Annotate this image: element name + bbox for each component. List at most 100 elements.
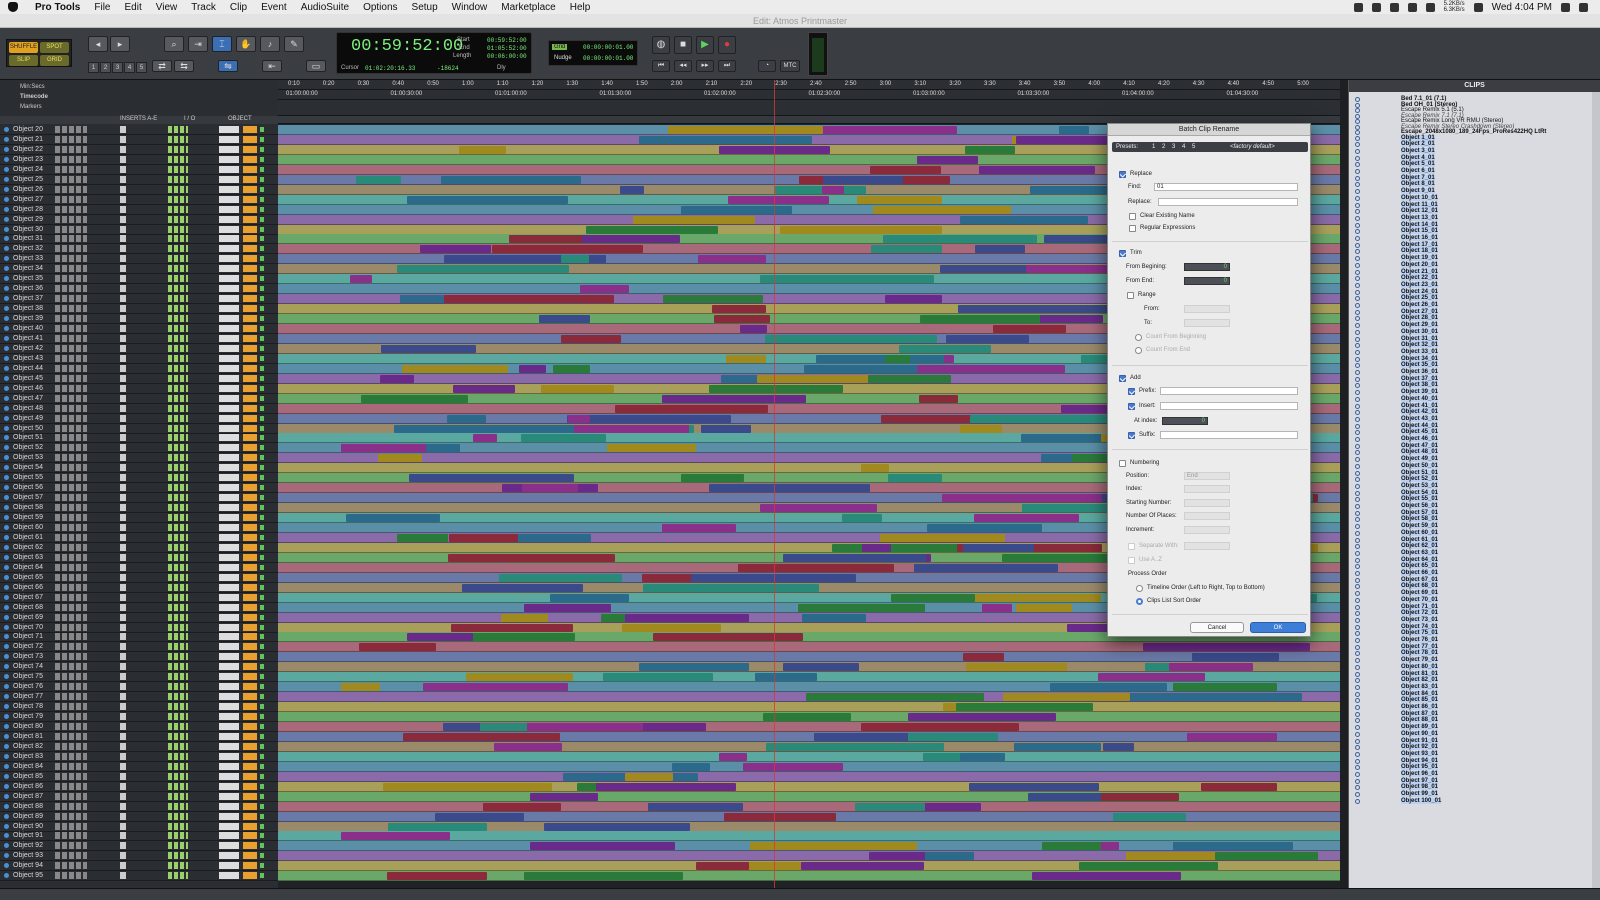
audio-clip[interactable] [714,315,770,324]
slip-mode-button[interactable]: SLIP [9,55,38,66]
clip-list-item[interactable]: Object 12_01 [1401,208,1439,215]
track-select-icon[interactable] [4,803,9,809]
clip-status-icon[interactable] [1355,416,1360,422]
track-name[interactable]: Object 83 [13,753,43,760]
audio-clip[interactable] [1050,683,1168,692]
track-header[interactable]: Object 89 [0,812,278,822]
clip-list-item[interactable]: Object 46_01 [1401,436,1439,442]
insert-slot[interactable] [120,583,126,591]
metronome-icon[interactable]: ◔ [758,60,776,72]
bus-selector[interactable] [219,623,239,631]
audio-clip[interactable] [927,524,1043,532]
track-rsm-buttons[interactable] [55,374,87,382]
clip-list-item[interactable]: Object 57_01 [1401,509,1439,516]
audio-clip[interactable] [708,484,870,493]
clip-status-icon[interactable] [1355,718,1360,724]
track-lane[interactable] [278,652,1340,663]
clip-list-item[interactable]: Object 85_01 [1401,697,1439,704]
track-select-icon[interactable] [4,783,9,789]
track-select-icon[interactable] [4,326,9,331]
track-select-icon[interactable] [4,425,9,431]
object-button[interactable] [243,126,257,133]
track-rsm-buttons[interactable] [55,444,87,452]
clip-list-item[interactable]: Object 54_01 [1401,489,1439,496]
bus-selector[interactable] [219,782,239,790]
track-select-icon[interactable] [4,306,9,312]
object-button[interactable] [243,653,257,661]
audio-clip[interactable] [639,135,812,144]
number-of-places-field[interactable] [1184,512,1230,520]
track-header[interactable]: Object 41 [0,334,278,344]
insert-slot[interactable] [120,135,126,143]
nudge-value[interactable]: 00:00:00:01.00 [583,55,633,62]
audio-clip[interactable] [965,663,1067,672]
clip-status-icon[interactable] [1355,370,1360,375]
clip-status-icon[interactable] [1355,591,1360,597]
track-name[interactable]: Object 22 [13,146,43,153]
audio-clip[interactable] [959,215,1088,224]
insert-slot[interactable] [120,852,126,860]
clip-status-icon[interactable] [1355,390,1360,396]
track-name[interactable]: Object 33 [13,255,43,262]
track-header[interactable]: Object 77 [0,692,278,703]
clip-status-icon[interactable] [1355,215,1360,221]
object-button[interactable] [243,663,257,671]
track-header[interactable]: Object 25 [0,175,278,185]
audio-clip[interactable] [861,723,1019,731]
object-button[interactable] [243,683,257,691]
audio-clip[interactable] [760,504,877,513]
insert-slot[interactable] [120,215,126,223]
track-select-icon[interactable] [4,435,9,441]
bus-selector[interactable] [219,543,239,551]
track-select-icon[interactable] [4,554,9,560]
object-button[interactable] [243,782,257,790]
track-header[interactable]: Object 52 [0,443,278,454]
audio-clip[interactable] [696,862,749,871]
insert-slot[interactable] [120,414,126,422]
track-lane[interactable] [278,702,1340,713]
track-name[interactable]: Object 84 [13,763,43,770]
length-value[interactable]: 00:06:00:00 [487,53,527,60]
insert-slot[interactable] [120,872,126,880]
audio-clip[interactable] [555,424,689,433]
clip-status-icon[interactable] [1355,577,1360,583]
bus-selector[interactable] [219,195,239,203]
trim-checkbox[interactable] [1119,250,1126,257]
track-io[interactable] [168,742,188,750]
track-name[interactable]: Object 85 [13,773,43,780]
audio-clip[interactable] [1173,842,1293,851]
audio-clip[interactable] [378,454,423,463]
track-io[interactable] [168,275,188,283]
clip-status-icon[interactable] [1355,705,1360,710]
track-io[interactable] [168,563,188,571]
insert-slot[interactable] [120,364,126,372]
clip-status-icon[interactable] [1355,276,1360,282]
insert-slot[interactable] [120,643,126,651]
track-select-icon[interactable] [4,455,9,461]
track-io[interactable] [168,354,188,362]
track-header[interactable]: Object 48 [0,404,278,414]
clip-list-item[interactable]: Object 28_01 [1401,315,1439,322]
prefix-input[interactable] [1160,387,1298,395]
track-lane[interactable] [278,811,1340,822]
prefix-checkbox[interactable] [1128,388,1135,395]
clip-status-icon[interactable] [1355,202,1360,208]
track-rsm-buttons[interactable] [55,245,87,253]
audio-clip[interactable] [668,126,824,134]
track-header[interactable]: Object 68 [0,603,278,613]
clip-status-icon[interactable] [1355,731,1360,737]
audio-clip[interactable] [652,633,803,642]
track-select-icon[interactable] [4,594,9,600]
insert-slot[interactable] [120,265,126,273]
clip-status-icon[interactable] [1355,564,1360,570]
track-header[interactable]: Object 76 [0,682,278,693]
bus-selector[interactable] [219,434,239,442]
insert-slot[interactable] [120,862,126,870]
range-from-field[interactable] [1184,305,1230,313]
track-select-icon[interactable] [4,684,9,690]
track-name[interactable]: Object 39 [13,315,43,322]
object-button[interactable] [243,713,257,721]
track-header[interactable]: Object 23 [0,155,278,165]
track-header[interactable]: Object 71 [0,632,278,643]
clip-status-icon[interactable] [1355,396,1360,402]
